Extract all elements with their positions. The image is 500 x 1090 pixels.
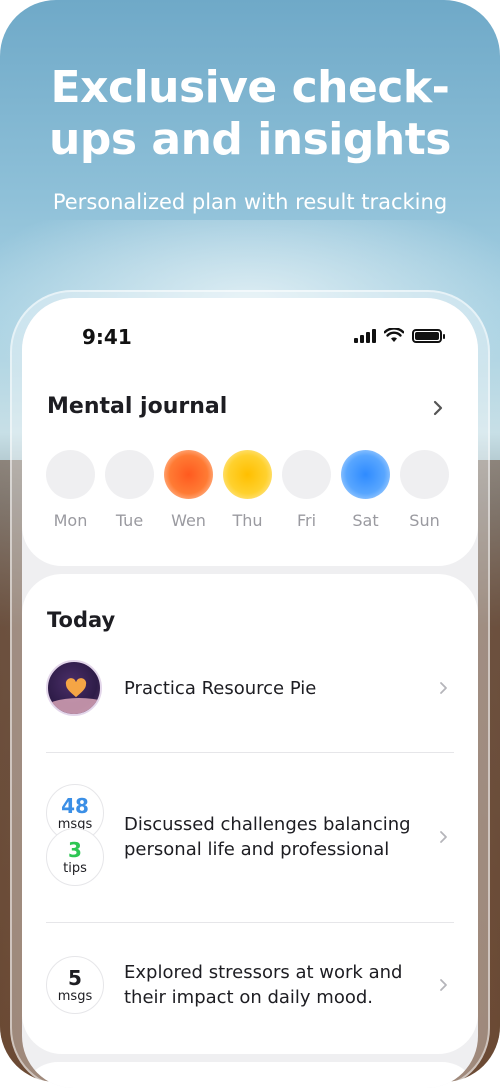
divider xyxy=(46,922,454,923)
day-label: Mon xyxy=(53,511,88,530)
today-item-session-stressors[interactable]: 5 msgs Explored stressors at work and th… xyxy=(46,954,454,1018)
day-label: Fri xyxy=(296,511,317,530)
badge-unit: tips xyxy=(63,861,87,876)
promo-headline: Exclusive check- ups and insights xyxy=(0,62,500,166)
summary-line1: Discussed challenges balancing xyxy=(124,814,411,835)
divider xyxy=(46,752,454,753)
badge-value: 5 xyxy=(68,966,82,990)
mood-dot-orange xyxy=(164,450,213,499)
mood-dot xyxy=(46,450,95,499)
summary-line2: personal life and professional xyxy=(124,839,390,860)
promo-subhead: Personalized plan with result tracking xyxy=(52,190,448,214)
day-label: Wen xyxy=(171,511,206,530)
promo-headline-line1: Exclusive check- xyxy=(50,62,450,113)
mood-dot-yellow xyxy=(223,450,272,499)
promo-headline-line2: ups and insights xyxy=(49,114,451,165)
status-time: 9:41 xyxy=(82,325,132,349)
badge-value: 48 xyxy=(61,794,89,818)
status-bar: 9:41 xyxy=(22,298,478,378)
day-wen[interactable]: Wen xyxy=(164,450,213,530)
mood-dot xyxy=(282,450,331,499)
today-item-summary: Discussed challenges balancing personal … xyxy=(124,812,424,862)
chevron-right-icon xyxy=(440,831,447,843)
cellular-signal-icon xyxy=(354,328,376,343)
day-label: Sat xyxy=(352,511,379,530)
summary-line2: their impact on daily mood. xyxy=(124,987,374,1008)
battery-icon xyxy=(412,328,445,343)
today-card: Today Practica Resource Pie 48 msgs 3 ti… xyxy=(22,574,478,1054)
today-item-resource-pie[interactable]: Practica Resource Pie xyxy=(46,660,454,720)
day-sat[interactable]: Sat xyxy=(341,450,390,530)
day-mon[interactable]: Mon xyxy=(46,450,95,530)
chevron-right-icon[interactable] xyxy=(428,398,448,418)
weekday-mood-row: Mon Tue Wen Thu Fri Sat Sun xyxy=(46,450,449,530)
journal-title: Mental journal xyxy=(47,394,228,419)
phone-screen: 9:41 Mental journal Mon Tue Wen Thu Fri … xyxy=(22,298,478,1088)
day-thu[interactable]: Thu xyxy=(223,450,272,530)
today-item-label: Practica Resource Pie xyxy=(124,678,317,699)
mood-dot xyxy=(400,450,449,499)
status-icons xyxy=(354,328,445,343)
tips-count-badge: 3 tips xyxy=(46,828,104,886)
badge-value: 3 xyxy=(68,838,82,862)
wifi-icon xyxy=(384,328,404,342)
mood-dot xyxy=(105,450,154,499)
message-count-badge: 5 msgs xyxy=(46,956,104,1014)
today-item-session-balance[interactable]: 48 msgs 3 tips Discussed challenges bala… xyxy=(46,784,454,888)
day-fri[interactable]: Fri xyxy=(282,450,331,530)
day-label: Tue xyxy=(115,511,144,530)
badge-unit: msgs xyxy=(57,989,93,1004)
next-card-peek xyxy=(22,1062,478,1088)
mental-journal-card[interactable]: 9:41 Mental journal Mon Tue Wen Thu Fri … xyxy=(22,298,478,566)
day-sun[interactable]: Sun xyxy=(400,450,449,530)
day-label: Sun xyxy=(409,511,440,530)
day-label: Thu xyxy=(232,511,263,530)
chevron-right-icon xyxy=(440,979,447,991)
today-title: Today xyxy=(47,608,116,632)
today-item-summary: Explored stressors at work and their imp… xyxy=(124,960,424,1010)
heart-avatar-icon xyxy=(46,660,102,716)
summary-line1: Explored stressors at work and xyxy=(124,962,403,983)
chevron-right-icon xyxy=(440,682,447,694)
mood-dot-blue xyxy=(341,450,390,499)
day-tue[interactable]: Tue xyxy=(105,450,154,530)
